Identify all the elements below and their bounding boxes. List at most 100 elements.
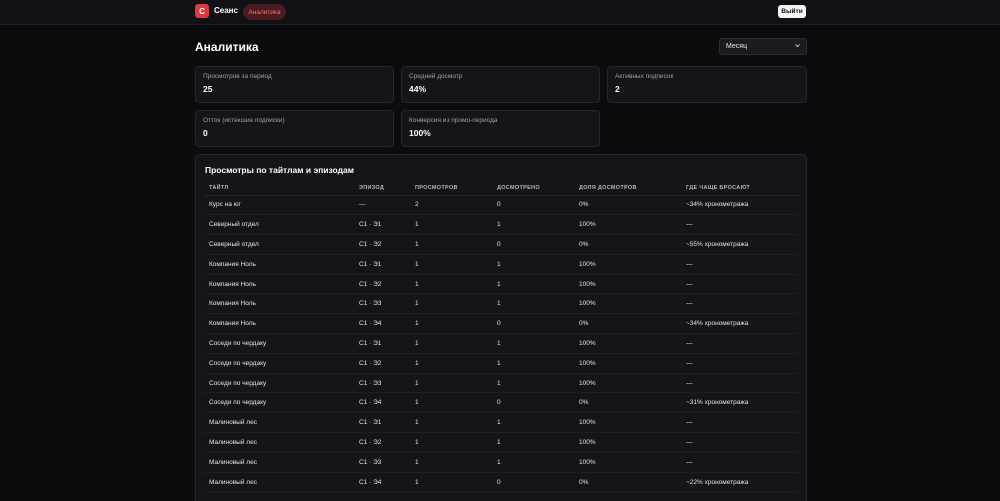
table-row: Малиновый лес С1 · Э1 1 1 100% — — [204, 412, 798, 434]
logo-icon[interactable]: С — [195, 4, 209, 18]
stat-card-active-subscriptions: Активных подписок 2 — [607, 66, 807, 103]
logout-button[interactable]: Выйти — [778, 5, 806, 18]
stat-card-views: Просмотров за период 25 — [195, 66, 394, 103]
cell-completed: 1 — [492, 214, 574, 236]
cell-completed: 0 — [492, 392, 574, 414]
views-table-panel: Просмотры по тайтлам и эпизодам ТАЙТЛ ЭП… — [195, 154, 807, 501]
cell-completion-rate: 100% — [574, 412, 681, 434]
table-row: Северный отдел С1 · Э2 1 0 0% ~55% хронометра… — [204, 234, 798, 255]
cell-title: Малиновый лес — [204, 472, 354, 493]
cell-completed: 1 — [492, 452, 574, 473]
cell-completed: 1 — [492, 254, 574, 275]
table-row: Компания Ноль С1 · Э3 1 1 100% — — [204, 293, 798, 315]
cell-views: 1 — [410, 432, 492, 453]
table-row: Малиновый лес С1 · Э2 1 1 100% — — [204, 432, 798, 453]
table-row: Соседи по чердаку С1 · Э1 1 1 100% — — [204, 333, 798, 354]
stat-value: 25 — [203, 84, 213, 94]
cell-completion-rate: 100% — [574, 214, 681, 236]
cell-completed: 0 — [492, 313, 574, 335]
cell-title: Соседи по чердаку — [204, 353, 354, 374]
table-row: Соседи по чердаку С1 · Э2 1 1 100% — — [204, 353, 798, 374]
cell-episode: С1 · Э4 — [354, 472, 410, 493]
period-select[interactable]: Месяц — [719, 38, 807, 55]
cell-drop-point: — — [681, 214, 798, 236]
column-header-completion-rate: ДОЛЯ ДОСМОТРОВ — [574, 181, 681, 196]
cell-views: 1 — [410, 412, 492, 434]
cell-completed: 1 — [492, 333, 574, 354]
table-row: Соседи по чердаку С1 · Э4 1 0 0% ~31% хрономе… — [204, 392, 798, 414]
cell-drop-point: — — [681, 333, 798, 354]
column-header-views: ПРОСМОТРОВ — [410, 181, 492, 196]
cell-title: Компания Ноль — [204, 254, 354, 275]
cell-episode: С1 · Э1 — [354, 214, 410, 236]
cell-completion-rate: 0% — [574, 392, 681, 414]
views-table: ТАЙТЛ ЭПИЗОД ПРОСМОТРОВ ДОСМОТРЕНО ДОЛЯ … — [204, 181, 798, 493]
stat-value: 100% — [409, 128, 431, 138]
cell-completion-rate: 100% — [574, 254, 681, 275]
cell-views: 1 — [410, 452, 492, 473]
cell-completion-rate: 0% — [574, 313, 681, 335]
cell-completion-rate: 100% — [574, 333, 681, 354]
column-header-drop-point: ГДЕ ЧАЩЕ БРОСАЮТ — [681, 181, 798, 196]
cell-title: Компания Ноль — [204, 313, 354, 335]
column-header-title: ТАЙТЛ — [204, 181, 354, 196]
cell-episode: С1 · Э2 — [354, 234, 410, 255]
cell-episode: С1 · Э3 — [354, 452, 410, 473]
cell-drop-point: — — [681, 254, 798, 275]
cell-drop-point: — — [681, 452, 798, 473]
cell-completion-rate: 0% — [574, 472, 681, 493]
table-row: Соседи по чердаку С1 · Э3 1 1 100% — — [204, 373, 798, 394]
cell-drop-point: ~34% хронометража — [681, 313, 798, 335]
stat-label: Активных подписок — [615, 73, 674, 80]
cell-episode: — — [354, 195, 410, 216]
cell-completion-rate: 100% — [574, 452, 681, 473]
table-row: Северный отдел С1 · Э1 1 1 100% — — [204, 214, 798, 236]
cell-episode: С1 · Э3 — [354, 293, 410, 315]
cell-title: Северный отдел — [204, 234, 354, 255]
cell-completion-rate: 100% — [574, 274, 681, 295]
stat-label: Отток (истекшие подписки) — [203, 117, 285, 124]
cell-completed: 1 — [492, 432, 574, 453]
cell-views: 1 — [410, 214, 492, 236]
cell-drop-point: ~31% хронометража — [681, 392, 798, 414]
table-row: Курс на юг —2 0 0% ~34% хронометража — [204, 195, 798, 216]
cell-completed: 1 — [492, 274, 574, 295]
cell-drop-point: — — [681, 373, 798, 394]
brand-name[interactable]: Сеанс — [214, 6, 238, 15]
cell-title: Компания Ноль — [204, 293, 354, 315]
stat-card-churn: Отток (истекшие подписки) 0 — [195, 110, 394, 147]
cell-episode: С1 · Э3 — [354, 373, 410, 394]
cell-title: Соседи по чердаку — [204, 333, 354, 354]
cell-completed: 1 — [492, 412, 574, 434]
stat-value: 0 — [203, 128, 208, 138]
cell-views: 1 — [410, 254, 492, 275]
cell-episode: С1 · Э1 — [354, 254, 410, 275]
top-bar: С Сеанс Аналитика Выйти — [0, 0, 1000, 25]
cell-drop-point: — — [681, 412, 798, 434]
table-row: Компания Ноль С1 · Э4 1 0 0% ~34% хронометраж… — [204, 313, 798, 335]
table-row: Малиновый лес С1 · Э3 1 1 100% — — [204, 452, 798, 473]
stat-label: Просмотров за период — [203, 73, 272, 80]
cell-completed: 1 — [492, 293, 574, 315]
cell-completion-rate: 0% — [574, 195, 681, 216]
cell-episode: С1 · Э2 — [354, 353, 410, 374]
cell-views: 1 — [410, 274, 492, 295]
chevron-down-icon — [794, 42, 801, 51]
cell-title: Северный отдел — [204, 214, 354, 236]
cell-episode: С1 · Э2 — [354, 274, 410, 295]
cell-drop-point: ~55% хронометража — [681, 234, 798, 255]
cell-title: Соседи по чердаку — [204, 373, 354, 394]
column-header-completed: ДОСМОТРЕНО — [492, 181, 574, 196]
cell-title: Соседи по чердаку — [204, 392, 354, 414]
cell-completion-rate: 100% — [574, 432, 681, 453]
nav-item-analytics[interactable]: Аналитика — [243, 4, 286, 20]
cell-title: Малиновый лес — [204, 432, 354, 453]
cell-completion-rate: 100% — [574, 373, 681, 394]
stat-value: 44% — [409, 84, 427, 94]
table-title: Просмотры по тайтлам и эпизодам — [205, 165, 355, 175]
cell-views: 1 — [410, 234, 492, 255]
cell-views: 1 — [410, 313, 492, 335]
cell-views: 1 — [410, 353, 492, 374]
cell-episode: С1 · Э1 — [354, 412, 410, 434]
table-row: Малиновый лес С1 · Э4 1 0 0% ~22% хронометраж… — [204, 472, 798, 493]
